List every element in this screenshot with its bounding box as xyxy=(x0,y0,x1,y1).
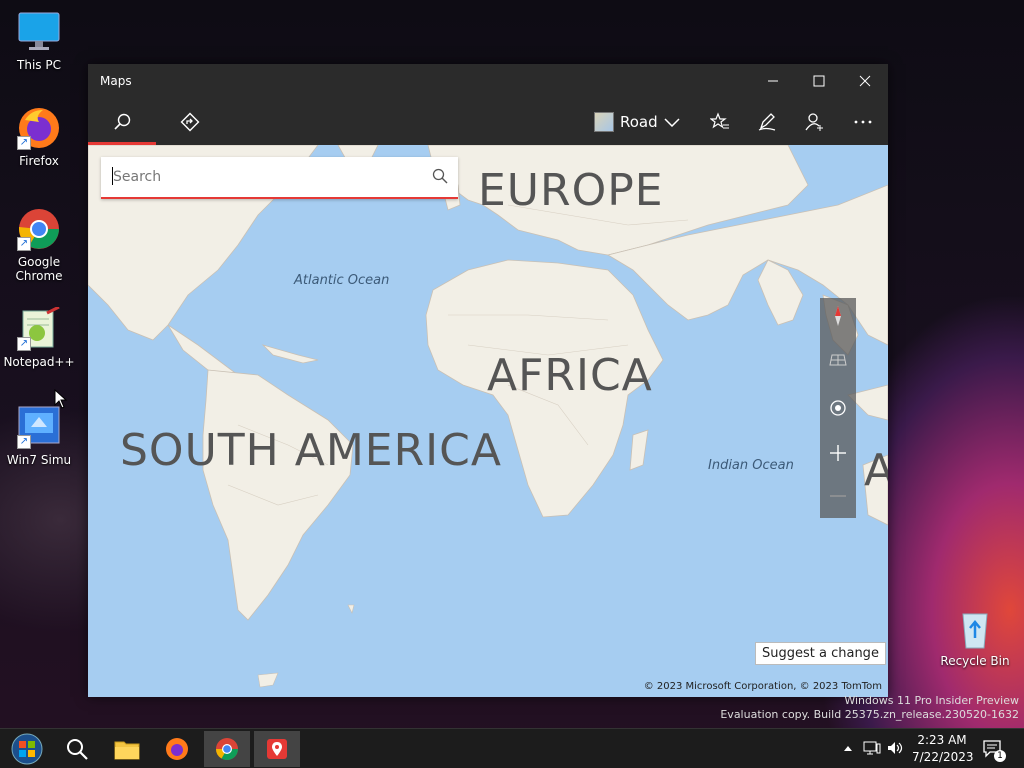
directions-icon xyxy=(180,112,200,132)
win7-simu-icon: ↗ xyxy=(17,405,61,449)
shortcut-arrow-icon: ↗ xyxy=(17,337,31,351)
network-icon[interactable] xyxy=(863,740,881,756)
shortcut-arrow-icon: ↗ xyxy=(17,435,31,449)
search-input[interactable] xyxy=(111,165,425,189)
taskbar-firefox[interactable] xyxy=(154,731,200,767)
favorites-button[interactable] xyxy=(700,104,740,140)
shortcut-arrow-icon: ↗ xyxy=(17,237,31,251)
taskbar-maps[interactable] xyxy=(254,731,300,767)
desktop-icon-chrome[interactable]: ↗ Google Chrome xyxy=(1,207,77,283)
search-submit-icon[interactable] xyxy=(432,168,448,184)
account-button[interactable] xyxy=(795,104,835,140)
search-icon xyxy=(67,739,88,760)
directions-button[interactable] xyxy=(170,104,210,140)
location-target-icon xyxy=(830,400,846,416)
watermark-edition: Windows 11 Pro Insider Preview xyxy=(844,694,1019,707)
desktop-icon-label: Google Chrome xyxy=(15,255,63,283)
desktop-icon-this-pc[interactable]: This PC xyxy=(1,10,77,72)
recycle-bin-icon xyxy=(953,606,997,650)
continent-label-africa: AFRICA xyxy=(487,350,653,401)
watermark-build: Evaluation copy. Build 25375.zn_release.… xyxy=(720,708,1019,721)
search-tab-button[interactable] xyxy=(102,104,142,140)
continent-label-europe: EUROPE xyxy=(478,165,664,216)
tilt-button[interactable] xyxy=(820,342,856,378)
maps-pin-icon xyxy=(267,739,287,759)
desktop-icon-label: This PC xyxy=(17,58,61,72)
desktop-icon-label: Firefox xyxy=(19,154,59,168)
volume-icon[interactable] xyxy=(887,741,905,755)
suggest-change-button[interactable]: Suggest a change xyxy=(755,642,886,665)
map-canvas[interactable]: EUROPE AFRICA SOUTH AMERICA AU Atlantic … xyxy=(88,145,888,697)
desktop-icon-win7simu[interactable]: ↗ Win7 Simu xyxy=(1,405,77,467)
clock-time: 2:23 AM xyxy=(917,733,967,747)
windows-orb-icon xyxy=(11,733,43,765)
continent-label-south-america: SOUTH AMERICA xyxy=(120,425,502,476)
mouse-pointer-icon xyxy=(54,389,68,409)
desktop-icon-notepadpp[interactable]: ↗ Notepad++ xyxy=(1,305,77,369)
start-button[interactable] xyxy=(4,731,50,767)
minus-icon xyxy=(830,495,846,497)
shortcut-arrow-icon: ↗ xyxy=(17,136,31,150)
clock-date: 7/22/2023 xyxy=(912,750,974,764)
continent-label-australia: AU xyxy=(864,445,888,496)
window-title: Maps xyxy=(100,74,132,88)
copyright-text: © 2023 Microsoft Corporation, © 2023 Tom… xyxy=(643,681,882,692)
ocean-label-atlantic: Atlantic Ocean xyxy=(294,273,390,288)
star-list-icon xyxy=(710,112,729,129)
ocean-label-indian: Indian Ocean xyxy=(708,458,794,473)
map-style-label: Road xyxy=(620,113,658,131)
taskbar-search-button[interactable] xyxy=(54,731,100,767)
pen-icon xyxy=(758,113,776,131)
desktop-icon-firefox[interactable]: ↗ Firefox xyxy=(1,106,77,168)
taskbar-chrome[interactable] xyxy=(204,731,250,767)
search-box[interactable] xyxy=(101,157,458,199)
chrome-icon: ↗ xyxy=(17,207,61,251)
maps-window: Maps Road EUROPE AFRICA SOUTH AMERICA A … xyxy=(88,64,888,697)
compass-icon xyxy=(835,306,841,326)
chrome-icon xyxy=(216,738,238,760)
compass-button[interactable] xyxy=(820,298,856,334)
taskbar-clock[interactable]: 2:23 AM 7/22/2023 xyxy=(912,732,974,766)
notepadpp-icon: ↗ xyxy=(17,305,61,351)
map-style-thumbnail-icon xyxy=(594,112,614,132)
monitor-icon xyxy=(17,10,61,54)
desktop-icon-label: Recycle Bin xyxy=(940,654,1010,668)
maps-toolbar: Road xyxy=(88,98,888,145)
desktop-icon-label: Win7 Simu xyxy=(6,453,72,467)
zoom-in-button[interactable] xyxy=(820,435,856,471)
text-cursor xyxy=(112,167,113,185)
map-controls xyxy=(820,298,856,518)
locate-me-button[interactable] xyxy=(820,390,856,426)
chevron-up-icon[interactable] xyxy=(843,744,853,752)
title-bar[interactable]: Maps xyxy=(88,64,888,98)
taskbar-file-explorer[interactable] xyxy=(104,731,150,767)
world-map xyxy=(88,145,888,688)
taskbar: 2:23 AM 7/22/2023 1 xyxy=(0,728,1024,768)
action-center-button[interactable]: 1 xyxy=(982,739,1006,762)
more-icon xyxy=(854,120,872,124)
close-icon xyxy=(859,75,871,87)
more-options-button[interactable] xyxy=(843,104,883,140)
maximize-button[interactable] xyxy=(796,64,842,98)
os-watermark: Windows 11 Pro Insider Preview Evaluatio… xyxy=(720,694,1019,722)
maximize-icon xyxy=(813,75,825,87)
desktop-icon-recycle-bin[interactable]: Recycle Bin xyxy=(937,606,1013,668)
minimize-button[interactable] xyxy=(750,64,796,98)
firefox-icon: ↗ xyxy=(17,106,61,150)
desktop-icon-label: Notepad++ xyxy=(3,355,75,369)
grid-tilt-icon xyxy=(829,354,847,366)
close-button[interactable] xyxy=(842,64,888,98)
firefox-icon xyxy=(166,738,188,760)
chevron-down-icon xyxy=(664,118,680,127)
person-add-icon xyxy=(805,113,823,131)
notification-count-badge: 1 xyxy=(994,750,1006,762)
search-icon xyxy=(114,113,131,130)
plus-icon xyxy=(830,445,846,461)
minimize-icon xyxy=(768,80,778,82)
ink-button[interactable] xyxy=(747,104,787,140)
zoom-out-button[interactable] xyxy=(820,478,856,514)
folder-icon xyxy=(114,741,140,760)
map-style-button[interactable]: Road xyxy=(594,104,680,140)
